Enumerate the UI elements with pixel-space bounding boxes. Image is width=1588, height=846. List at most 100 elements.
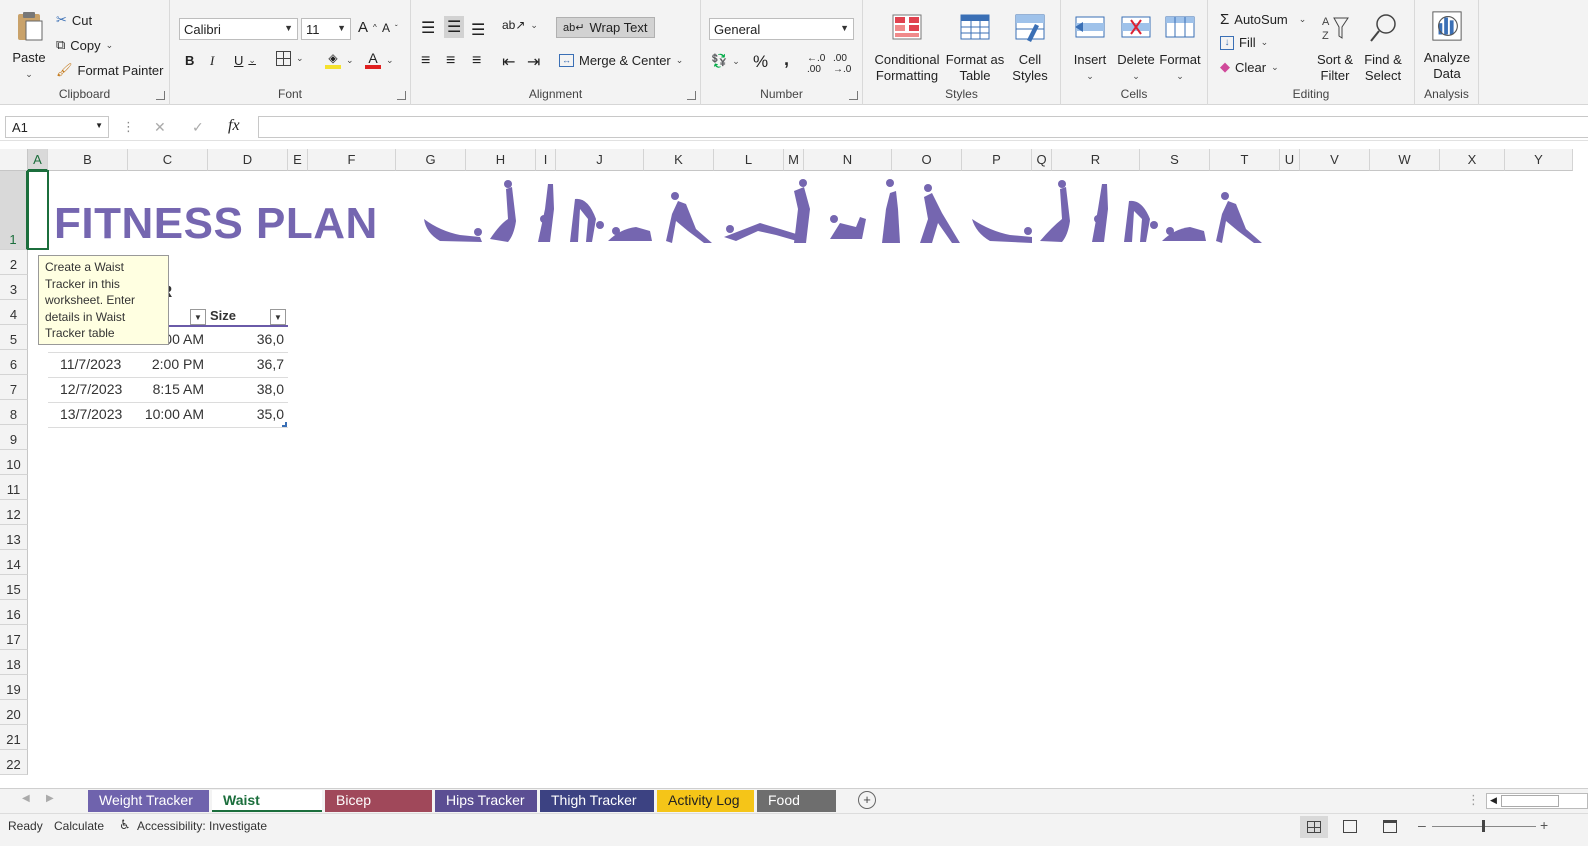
zoom-in-icon[interactable]: + (1540, 817, 1548, 833)
format-painter-button[interactable]: 🖌 Format Painter (56, 62, 164, 78)
sort-filter-button[interactable]: AZ Sort & Filter (1312, 12, 1358, 84)
row-header[interactable]: 13 (0, 525, 28, 550)
align-center-button[interactable]: ≡ (446, 52, 455, 70)
row-header[interactable]: 4 (0, 300, 28, 325)
format-cells-button[interactable]: Format ⌄ (1157, 12, 1203, 84)
chevron-down-icon[interactable]: ⌄ (732, 56, 740, 67)
cut-button[interactable]: ✂ Cut (56, 12, 92, 28)
increase-font-size-button[interactable]: A ^ (358, 19, 377, 36)
cell-date[interactable]: 13/7/2023 (60, 406, 122, 422)
row-header[interactable]: 7 (0, 375, 28, 400)
align-right-button[interactable]: ≡ (472, 52, 481, 70)
column-header[interactable]: F (308, 149, 396, 171)
sheet-tab[interactable]: Food Log (757, 790, 836, 828)
borders-button[interactable]: ⌄ (276, 51, 304, 66)
align-middle-button[interactable]: ☰ (444, 16, 465, 38)
number-format-select[interactable]: General ▼ (709, 18, 854, 40)
scrollbar-thumb[interactable] (1501, 795, 1559, 807)
row-header[interactable]: 14 (0, 550, 28, 575)
cell-date[interactable]: 12/7/2023 (60, 381, 122, 397)
column-header[interactable]: T (1210, 149, 1280, 171)
filter-dropdown-size[interactable]: ▼ (270, 309, 286, 325)
find-select-button[interactable]: Find & Select (1356, 12, 1410, 84)
column-header[interactable]: V (1300, 149, 1370, 171)
row-header[interactable]: 6 (0, 350, 28, 375)
dialog-launcher-icon[interactable] (849, 91, 858, 100)
sheet-tab[interactable]: Thigh Tracker (540, 790, 654, 812)
column-header[interactable]: O (892, 149, 962, 171)
comma-style-button[interactable]: , (784, 49, 789, 70)
column-header[interactable]: M (784, 149, 804, 171)
chevron-down-icon[interactable]: ⌄ (676, 55, 684, 66)
row-header[interactable]: 2 (0, 250, 28, 275)
accessibility-status[interactable]: Accessibility: Investigate (137, 819, 267, 833)
cell-date[interactable]: 11/7/2023 (60, 356, 121, 372)
decrease-font-size-button[interactable]: Aˇ (382, 21, 398, 35)
cell-size[interactable]: 38,0 (257, 381, 284, 397)
row-header[interactable]: 20 (0, 700, 28, 725)
autosum-button[interactable]: Σ AutoSum ⌄ (1220, 11, 1306, 28)
row-header[interactable]: 16 (0, 600, 28, 625)
chevron-down-icon[interactable]: ⌄ (1299, 14, 1307, 25)
table-row[interactable]: 12/7/2023 8:15 AM 38,0 (48, 378, 288, 403)
scroll-tabs-left-icon[interactable]: ◀ (22, 793, 30, 804)
page-break-view-icon[interactable] (1383, 820, 1397, 833)
accounting-format-button[interactable]: 💱 ⌄ (711, 53, 740, 69)
row-header[interactable]: 21 (0, 725, 28, 750)
merge-center-button[interactable]: ↔ Merge & Center ⌄ (559, 53, 683, 68)
percent-style-button[interactable]: % (753, 52, 768, 72)
row-header[interactable]: 5 (0, 325, 28, 350)
sheet-tab[interactable]: Activity Log (657, 790, 754, 812)
column-header[interactable]: B (48, 149, 128, 171)
row-header[interactable]: 3 (0, 275, 28, 300)
calculate-button[interactable]: Calculate (54, 819, 104, 833)
column-header[interactable]: C (128, 149, 208, 171)
row-header[interactable]: 1 (0, 171, 28, 250)
column-header[interactable]: S (1140, 149, 1210, 171)
wrap-text-button[interactable]: ab↵ Wrap Text (556, 17, 655, 38)
page-layout-view-icon[interactable] (1343, 820, 1357, 833)
chevron-down-icon[interactable]: ⌄ (8, 66, 50, 82)
row-header[interactable]: 11 (0, 475, 28, 500)
zoom-slider[interactable] (1432, 820, 1536, 832)
zoom-slider-thumb[interactable] (1482, 820, 1485, 832)
cancel-icon[interactable]: ✕ (154, 119, 166, 136)
insert-button[interactable]: Insert ⌄ (1067, 12, 1113, 84)
table-row[interactable]: 13/7/2023 10:00 AM 35,0 (48, 403, 288, 428)
column-header[interactable]: G (396, 149, 466, 171)
row-header[interactable]: 22 (0, 750, 28, 775)
dialog-launcher-icon[interactable] (156, 91, 165, 100)
column-header[interactable]: U (1280, 149, 1300, 171)
row-header[interactable]: 9 (0, 425, 28, 450)
analyze-data-button[interactable]: Analyze Data (1421, 10, 1473, 82)
chevron-down-icon[interactable]: ⌄ (1067, 68, 1113, 84)
orientation-button[interactable]: ab↗ ⌄ (502, 18, 538, 32)
formula-input[interactable] (258, 116, 1588, 138)
column-header[interactable]: D (208, 149, 288, 171)
cell-size[interactable]: 35,0 (257, 406, 284, 422)
dialog-launcher-icon[interactable] (397, 91, 406, 100)
font-color-button[interactable]: A ⌄ (365, 51, 394, 69)
sheet-tab[interactable]: Weight Tracker (88, 790, 209, 812)
column-header[interactable]: E (288, 149, 308, 171)
cell-time[interactable]: 8:15 AM (153, 381, 204, 397)
chevron-down-icon[interactable]: ⌄ (1261, 37, 1269, 48)
increase-decimal-button[interactable]: ←.0.00 (807, 53, 825, 75)
clear-button[interactable]: ◆ Clear ⌄ (1220, 59, 1279, 75)
decrease-decimal-button[interactable]: .00 →.0 (833, 53, 851, 75)
italic-button[interactable]: I (210, 53, 214, 69)
underline-button[interactable]: U ⌄ (234, 53, 256, 68)
scroll-left-icon[interactable]: ◀ (1490, 795, 1497, 806)
column-header[interactable]: H (466, 149, 536, 171)
table-resize-handle[interactable] (282, 422, 287, 427)
format-as-table-button[interactable]: Format as Table (945, 12, 1005, 84)
row-header[interactable]: 15 (0, 575, 28, 600)
horizontal-scrollbar[interactable]: ◀ (1486, 793, 1588, 809)
chevron-down-icon[interactable]: ⌄ (1271, 62, 1279, 73)
column-header[interactable]: J (556, 149, 644, 171)
cell-size[interactable]: 36,0 (257, 331, 284, 347)
copy-button[interactable]: ⧉ Copy ⌄ (56, 37, 113, 53)
chevron-down-icon[interactable]: ⌄ (296, 53, 304, 64)
dialog-launcher-icon[interactable] (687, 91, 696, 100)
column-header[interactable]: R (1052, 149, 1140, 171)
